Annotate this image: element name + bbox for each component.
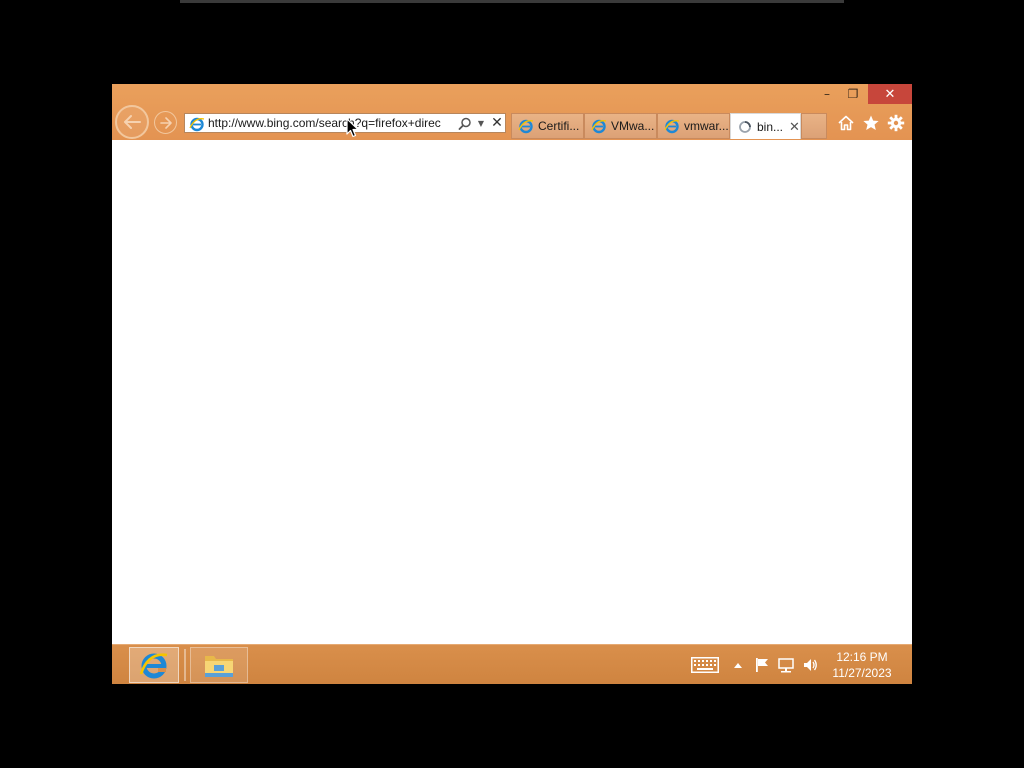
tab-label: VMwa...	[611, 119, 655, 133]
close-tab-icon[interactable]: ✕	[789, 119, 800, 135]
new-tab-button[interactable]	[801, 113, 827, 139]
tab-label: bin...	[757, 119, 784, 134]
tab-vmware-1[interactable]: VMwa...	[584, 113, 657, 139]
back-arrow-icon	[124, 115, 141, 129]
taskbar-clock[interactable]: 12:16 PM 11/27/2023	[824, 649, 900, 681]
tools-gear-icon[interactable]	[887, 114, 905, 132]
show-hidden-icons-icon[interactable]	[732, 656, 744, 674]
tab-label: vmwar...	[684, 119, 729, 133]
taskbar-file-explorer-button[interactable]	[190, 647, 248, 683]
taskbar: 12:16 PM 11/27/2023	[112, 644, 912, 684]
vm-screen: – ❐ ✕ http://www.bing.com/search?q=firef…	[112, 84, 912, 684]
internet-explorer-icon	[139, 653, 168, 679]
tab-bing-active[interactable]: bin... ✕	[730, 113, 801, 139]
mouse-cursor-icon	[346, 118, 359, 138]
volume-icon[interactable]	[801, 656, 819, 674]
minimize-button[interactable]: –	[814, 84, 840, 104]
search-icon[interactable]	[457, 116, 473, 132]
network-icon[interactable]	[777, 656, 795, 674]
ie-page-icon	[189, 117, 205, 132]
favorites-star-icon[interactable]	[862, 114, 880, 132]
address-bar[interactable]: http://www.bing.com/search?q=firefox+dir…	[184, 113, 506, 133]
page-content-area	[112, 140, 912, 644]
ie-page-icon	[664, 119, 680, 134]
ie-browser-frame: – ❐ ✕ http://www.bing.com/search?q=firef…	[112, 84, 912, 140]
restore-button[interactable]: ❐	[840, 84, 866, 104]
ie-page-icon	[518, 119, 534, 134]
vm-console-top-strip	[180, 0, 844, 3]
back-button[interactable]	[115, 105, 149, 139]
clock-date: 11/27/2023	[832, 666, 892, 680]
ie-page-icon	[591, 119, 607, 134]
home-icon[interactable]	[837, 114, 855, 132]
taskbar-separator	[184, 649, 186, 681]
close-window-button[interactable]: ✕	[868, 84, 912, 104]
stop-icon[interactable]: ✕	[490, 115, 504, 131]
address-url-text[interactable]: http://www.bing.com/search?q=firefox+dir…	[208, 116, 452, 131]
loading-spinner-icon	[739, 120, 751, 133]
tab-label: Certifi...	[538, 119, 580, 133]
tab-vmware-2[interactable]: vmwar...	[657, 113, 730, 139]
forward-button[interactable]	[154, 111, 177, 134]
forward-arrow-icon	[159, 116, 172, 129]
file-explorer-folder-icon	[205, 656, 233, 677]
touch-keyboard-icon[interactable]	[690, 656, 720, 674]
clock-time: 12:16 PM	[836, 650, 888, 664]
tab-certificate[interactable]: Certifi...	[511, 113, 584, 139]
action-center-flag-icon[interactable]	[753, 656, 771, 674]
taskbar-internet-explorer-button[interactable]	[129, 647, 179, 683]
address-dropdown-icon[interactable]: ▼	[475, 117, 487, 131]
